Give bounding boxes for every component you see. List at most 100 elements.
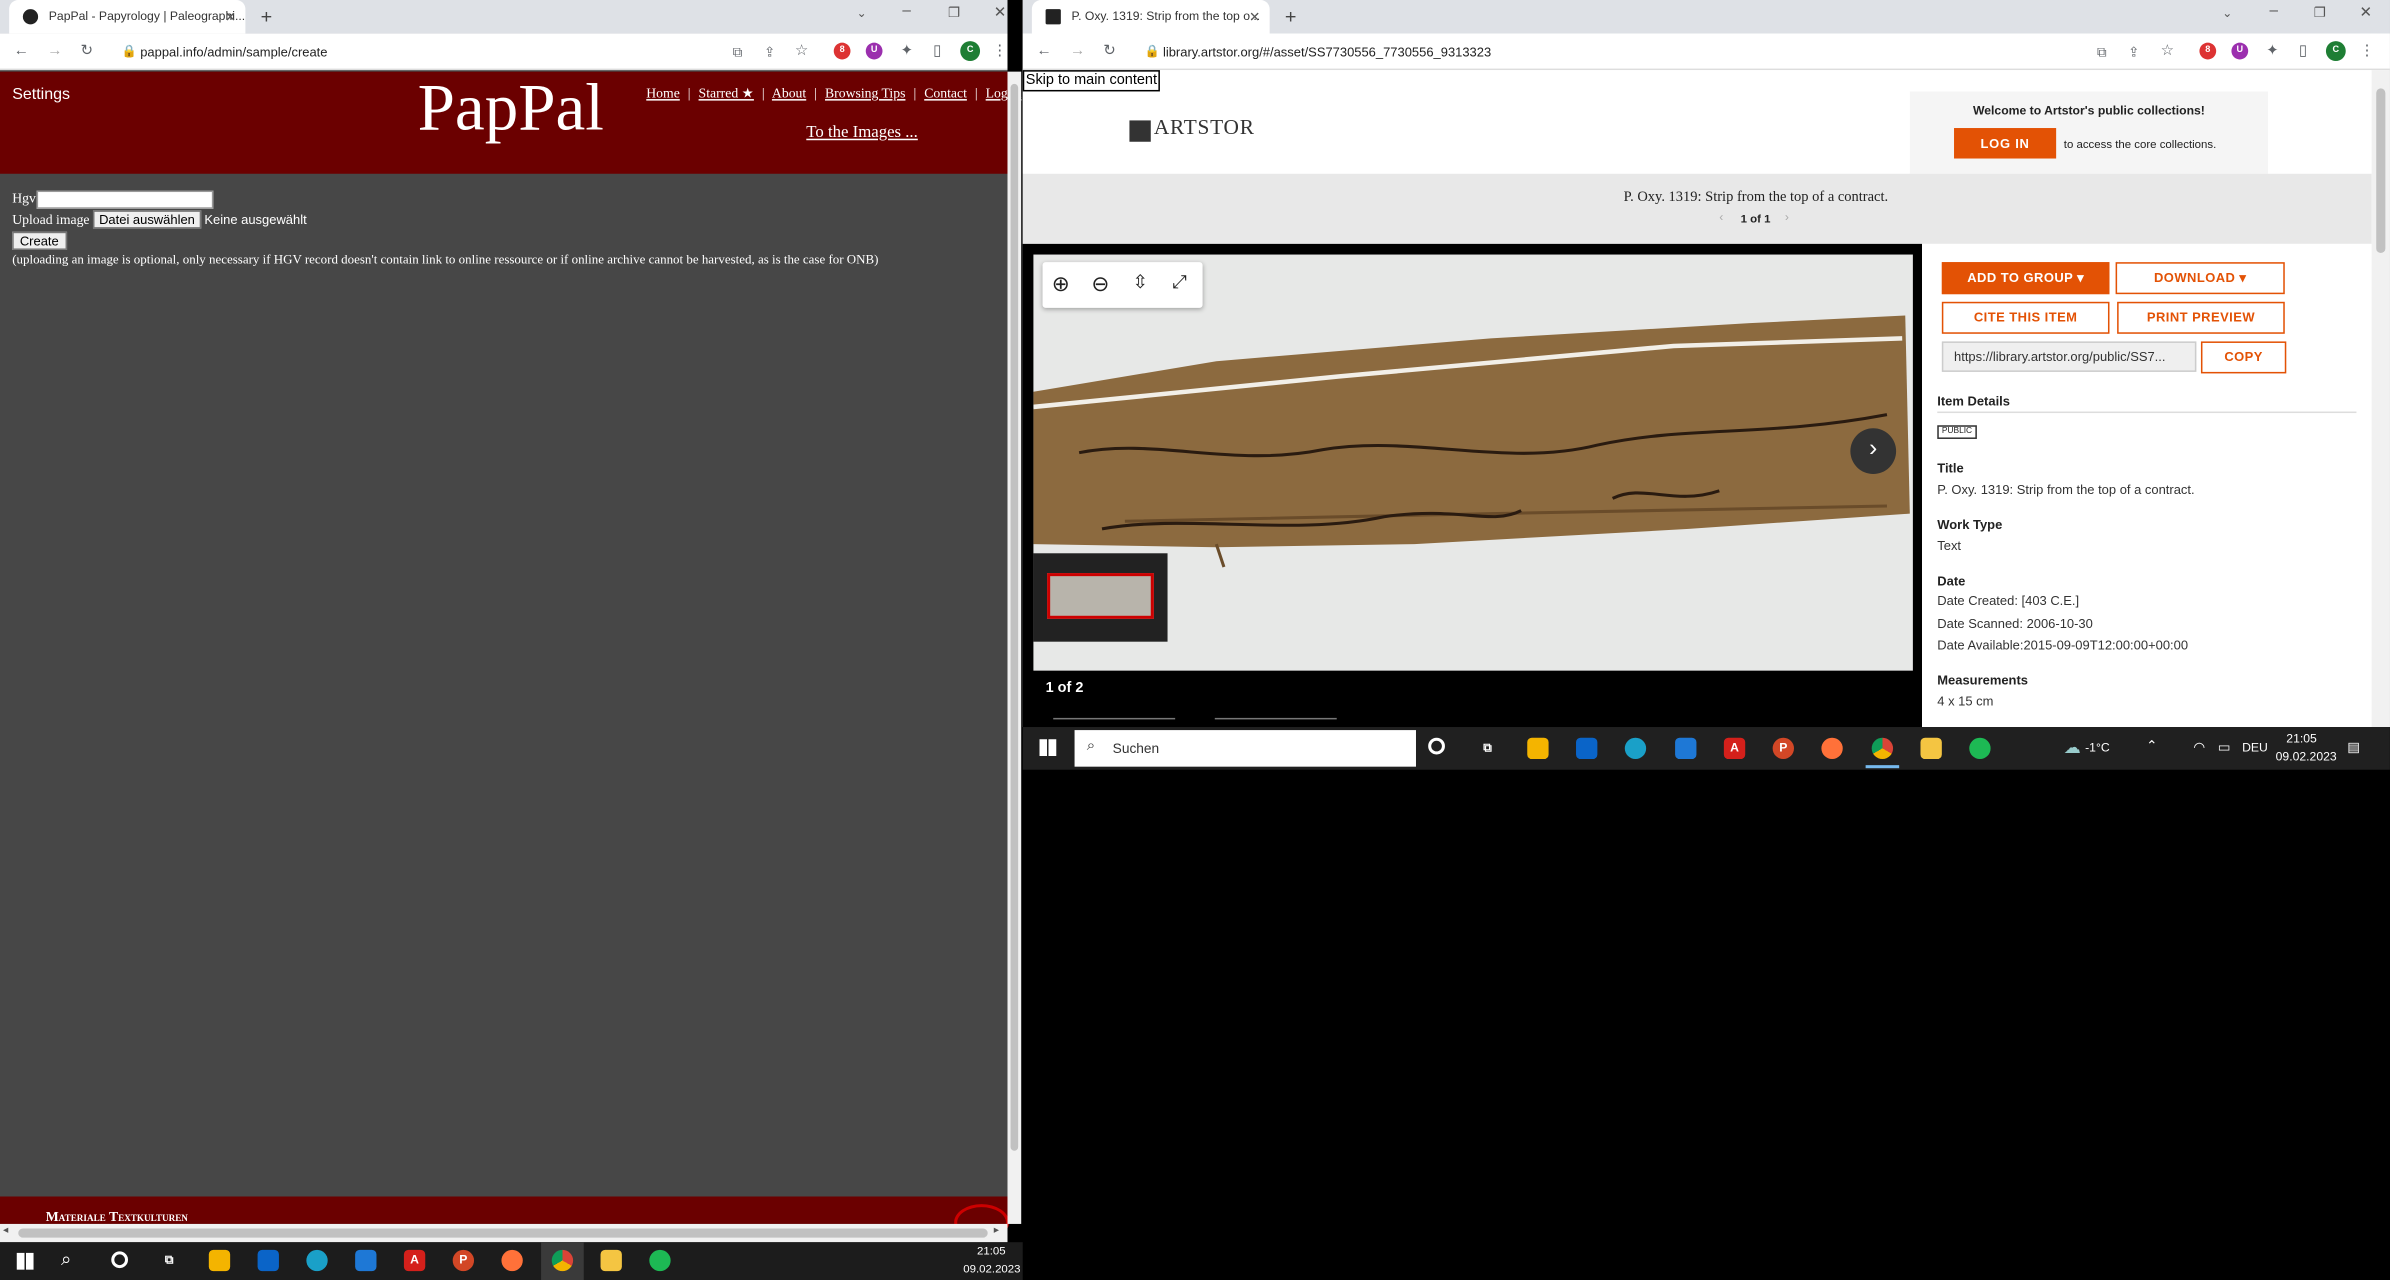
window-close-icon[interactable]: ✕ xyxy=(994,5,1007,22)
bookmark-star-icon[interactable]: ☆ xyxy=(2158,41,2176,62)
firefox-icon[interactable] xyxy=(1821,737,1843,760)
scroll-left-icon[interactable]: ◂ xyxy=(3,1224,8,1236)
back-icon[interactable]: ← xyxy=(1035,41,1053,62)
edge-icon[interactable] xyxy=(306,1249,328,1272)
translate-icon[interactable]: ⧉ xyxy=(2093,41,2111,62)
weather-icon[interactable]: ☁ xyxy=(2064,738,2081,757)
translate-icon[interactable]: ⧉ xyxy=(729,41,747,62)
cortana-icon[interactable] xyxy=(111,1251,129,1269)
edge-icon[interactable] xyxy=(1624,737,1647,760)
spotify-icon[interactable] xyxy=(649,1249,671,1272)
sidepanel-icon[interactable]: ▯ xyxy=(2294,41,2312,62)
notification-icon[interactable]: ▤ xyxy=(2347,739,2360,756)
to-the-images-link[interactable]: To the Images ... xyxy=(806,123,918,141)
thumbnail-navigator[interactable] xyxy=(1033,553,1168,642)
extension-red-icon[interactable]: 8 xyxy=(833,42,851,60)
powerpoint-icon[interactable]: P xyxy=(452,1249,475,1272)
window-close-icon[interactable]: ✕ xyxy=(2359,5,2372,22)
left-address-bar[interactable]: 🔒 pappal.info/admin/sample/create xyxy=(106,38,824,66)
copy-button[interactable]: COPY xyxy=(2200,341,2287,374)
menu-kebab-icon[interactable]: ⋮ xyxy=(991,41,1009,62)
prev-page-icon[interactable]: ‹ xyxy=(1719,210,1723,224)
search-box[interactable]: ⌕ Suchen xyxy=(1074,730,1416,767)
acrobat-icon[interactable]: A xyxy=(403,1249,426,1272)
new-tab-icon[interactable]: + xyxy=(1285,5,1297,28)
chrome-icon[interactable] xyxy=(1871,737,1894,760)
zoom-in-icon[interactable]: ⊕ xyxy=(1052,271,1070,297)
cortana-icon[interactable] xyxy=(1428,737,1445,755)
scroll-thumb[interactable] xyxy=(18,1228,988,1238)
fullscreen-icon[interactable]: ⤢ xyxy=(1172,271,1187,294)
task-view-icon[interactable]: ⧉ xyxy=(159,1250,180,1271)
add-to-group-button[interactable]: ADD TO GROUP ▾ xyxy=(1941,262,2110,295)
share-link-field[interactable]: https://library.artstor.org/public/SS7..… xyxy=(1941,341,2197,372)
right-tab-artstor[interactable]: P. Oxy. 1319: Strip from the top o... ✕ xyxy=(1031,0,1270,34)
sidepanel-icon[interactable]: ▯ xyxy=(928,41,946,62)
create-button[interactable]: Create xyxy=(12,231,67,250)
task-view-icon[interactable]: ⧉ xyxy=(1477,738,1498,759)
zoom-out-icon[interactable]: ⊖ xyxy=(1091,271,1109,297)
extension-purple-icon[interactable]: U xyxy=(865,42,883,60)
search-icon[interactable]: ⌕ xyxy=(61,1248,71,1271)
left-tab-pappal[interactable]: PapPal - Papyrology | Paleographi... ✕ xyxy=(9,0,246,34)
forward-icon[interactable]: → xyxy=(1068,41,1086,62)
new-tab-icon[interactable]: + xyxy=(261,5,273,28)
tab-search-icon[interactable]: ⌄ xyxy=(2222,6,2232,20)
profile-avatar[interactable]: C xyxy=(960,41,981,61)
tab-search-icon[interactable]: ⌄ xyxy=(857,6,867,20)
scroll-thumb-vertical[interactable] xyxy=(1010,83,1019,1151)
cite-this-item-button[interactable]: CITE THIS ITEM xyxy=(1941,301,2110,334)
file-explorer-icon[interactable] xyxy=(208,1249,231,1272)
nav-starred[interactable]: Starred ★ xyxy=(699,85,754,100)
start-icon[interactable] xyxy=(1039,739,1057,757)
share-icon[interactable]: ⇪ xyxy=(2125,41,2143,62)
store-icon[interactable] xyxy=(257,1249,279,1272)
right-vertical-scrollbar[interactable] xyxy=(2371,70,2390,728)
print-preview-button[interactable]: PRINT PREVIEW xyxy=(2117,301,2285,334)
log-in-button[interactable]: LOG IN xyxy=(1954,128,2057,159)
settings-link[interactable]: Settings xyxy=(12,85,70,103)
scroll-right-icon[interactable]: ▸ xyxy=(994,1224,999,1236)
forward-icon[interactable]: → xyxy=(46,41,64,62)
filmstrip-thumb[interactable] xyxy=(1053,717,1176,727)
tray-chevron-icon[interactable]: ⌃ xyxy=(2146,738,2158,755)
filmstrip-thumb[interactable] xyxy=(1214,717,1337,727)
extensions-puzzle-icon[interactable]: ✦ xyxy=(898,41,916,62)
fit-height-icon[interactable]: ⇳ xyxy=(1132,271,1147,292)
acrobat-icon[interactable]: A xyxy=(1723,737,1746,760)
hgv-input[interactable] xyxy=(35,190,213,209)
notes-icon[interactable] xyxy=(1920,737,1942,760)
spotify-icon[interactable] xyxy=(1969,737,1991,760)
vertical-scrollbar[interactable] xyxy=(1007,71,1022,1224)
mail-icon[interactable] xyxy=(1675,737,1697,760)
menu-kebab-icon[interactable]: ⋮ xyxy=(2358,41,2376,62)
choose-file-button[interactable]: Datei auswählen xyxy=(92,210,201,229)
minimize-icon[interactable]: – xyxy=(2270,3,2278,20)
nav-browsing-tips[interactable]: Browsing Tips xyxy=(825,85,905,100)
skip-to-main-link[interactable]: Skip to main content xyxy=(1022,70,1161,92)
next-page-icon[interactable]: › xyxy=(1785,210,1789,224)
close-tab-icon[interactable]: ✕ xyxy=(1249,0,1261,34)
close-tab-icon[interactable]: ✕ xyxy=(225,0,237,34)
profile-avatar[interactable]: C xyxy=(2325,41,2346,61)
nav-home[interactable]: Home xyxy=(646,85,680,100)
next-image-button[interactable]: › xyxy=(1850,428,1897,475)
share-icon[interactable]: ⇪ xyxy=(761,41,779,62)
extension-purple-icon[interactable]: U xyxy=(2231,42,2249,60)
restore-icon[interactable]: ❐ xyxy=(948,5,960,22)
nav-about[interactable]: About xyxy=(772,85,806,100)
back-icon[interactable]: ← xyxy=(12,41,30,62)
download-button[interactable]: DOWNLOAD ▾ xyxy=(2115,262,2285,295)
store-icon[interactable] xyxy=(1576,737,1598,760)
extension-red-icon[interactable]: 8 xyxy=(2199,42,2217,60)
bookmark-star-icon[interactable]: ☆ xyxy=(793,41,811,62)
language-indicator[interactable]: DEU xyxy=(2242,741,2268,755)
file-explorer-icon[interactable] xyxy=(1527,737,1549,760)
horizontal-scrollbar[interactable]: ◂ ▸ xyxy=(0,1223,1008,1243)
reload-icon[interactable]: ↻ xyxy=(1100,41,1118,62)
network-icon[interactable]: ◠ xyxy=(2193,739,2205,756)
minimize-icon[interactable]: – xyxy=(902,3,910,20)
notes-icon[interactable] xyxy=(600,1249,622,1272)
right-address-bar[interactable]: 🔒 library.artstor.org/#/asset/SS7730556_… xyxy=(1129,38,2197,66)
image-canvas[interactable]: ⊕ ⊖ ⇳ ⤢ › xyxy=(1033,254,1913,671)
